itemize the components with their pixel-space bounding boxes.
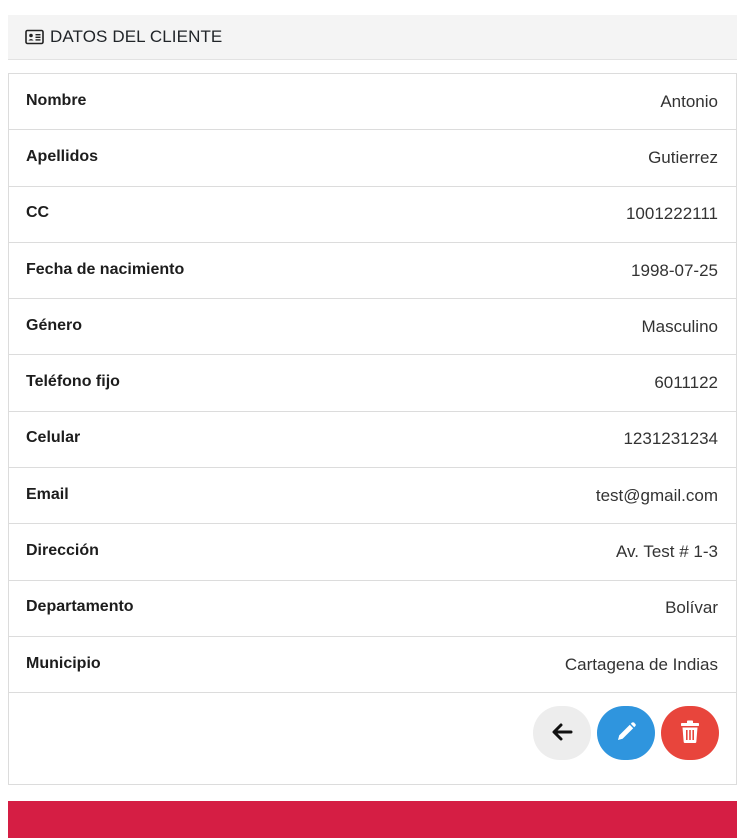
detail-row-fecha-nacimiento: Fecha de nacimiento 1998-07-25 — [9, 243, 736, 300]
detail-row-telefono-fijo: Teléfono fijo 6011122 — [9, 355, 736, 412]
card-header: DATOS DEL CLIENTE — [8, 15, 737, 60]
detail-row-departamento: Departamento Bolívar — [9, 581, 736, 637]
footer-bar — [8, 801, 737, 838]
field-label: Apellidos — [26, 147, 99, 165]
detail-row-email: Email test@gmail.com — [9, 468, 736, 525]
back-button[interactable] — [533, 706, 591, 760]
field-value: Bolívar — [665, 598, 718, 618]
field-label: Departamento — [26, 598, 134, 616]
field-value: 1231231234 — [623, 429, 718, 449]
trash-icon — [680, 720, 700, 747]
field-value: 1001222111 — [625, 204, 718, 224]
detail-row-apellidos: Apellidos Gutierrez — [9, 130, 736, 187]
pencil-icon — [615, 721, 637, 746]
field-value: Av. Test # 1-3 — [615, 542, 718, 562]
detail-row-genero: Género Masculino — [9, 299, 736, 356]
arrow-left-icon — [551, 722, 573, 745]
detail-row-cc: CC 1001222111 — [9, 187, 736, 243]
field-value: Antonio — [660, 91, 718, 111]
field-label: CC — [26, 204, 50, 222]
field-value: Cartagena de Indias — [564, 654, 718, 674]
field-label: Dirección — [26, 542, 99, 560]
detail-row-nombre: Nombre Antonio — [9, 74, 736, 131]
id-card-icon — [25, 29, 44, 45]
detail-row-direccion: Dirección Av. Test # 1-3 — [9, 524, 736, 581]
field-label: Nombre — [26, 91, 87, 109]
detail-row-celular: Celular 1231231234 — [9, 412, 736, 469]
field-label: Municipio — [26, 654, 101, 672]
field-value: 6011122 — [654, 373, 718, 393]
field-label: Celular — [26, 429, 81, 447]
page-title: DATOS DEL CLIENTE — [50, 27, 223, 46]
client-details-card: Nombre Antonio Apellidos Gutierrez CC 10… — [8, 73, 737, 785]
detail-row-municipio: Municipio Cartagena de Indias — [9, 637, 736, 694]
edit-button[interactable] — [597, 706, 655, 760]
field-value: Gutierrez — [648, 147, 718, 167]
field-value: Masculino — [641, 316, 718, 336]
field-value: 1998-07-25 — [631, 260, 718, 280]
delete-button[interactable] — [661, 706, 719, 760]
action-buttons — [533, 706, 719, 760]
field-label: Teléfono fijo — [26, 373, 120, 391]
field-label: Fecha de nacimiento — [26, 260, 185, 278]
field-label: Email — [26, 485, 69, 503]
field-value: test@gmail.com — [595, 485, 718, 505]
field-label: Género — [26, 316, 83, 334]
